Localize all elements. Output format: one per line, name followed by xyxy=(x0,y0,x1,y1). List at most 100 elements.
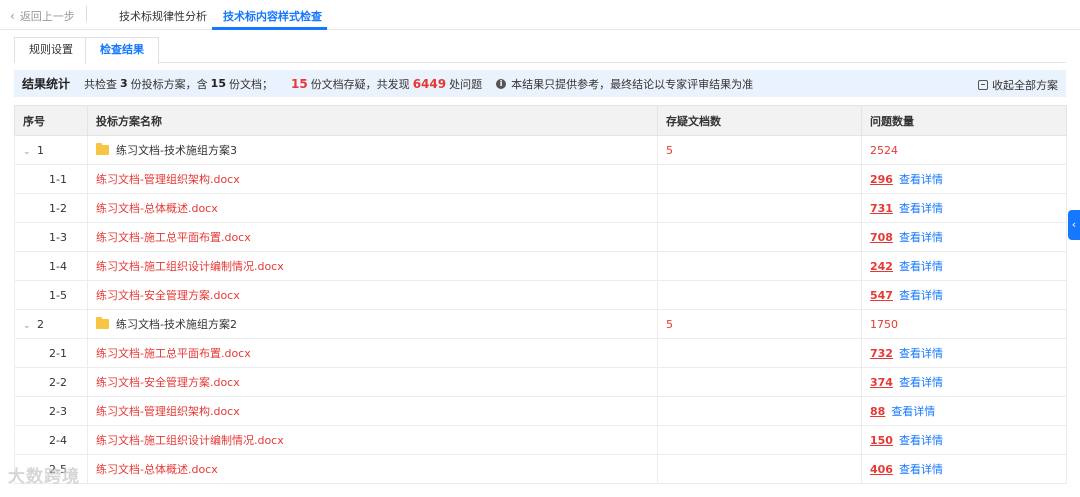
tab-rule-settings[interactable]: 规则设置 xyxy=(14,37,88,63)
view-details-link[interactable]: 查看详情 xyxy=(899,376,943,389)
header-index: 序号 xyxy=(14,105,88,136)
view-details-link[interactable]: 查看详情 xyxy=(899,202,943,215)
stats-text: 份文档； xyxy=(228,77,273,91)
issue-count-link[interactable]: 296 xyxy=(870,173,893,186)
view-details-link[interactable]: 查看详情 xyxy=(899,289,943,302)
sub-tabs: 规则设置 检查结果 xyxy=(14,37,1066,64)
doubt-cell xyxy=(657,280,862,310)
collapse-all-label: 收起全部方案 xyxy=(992,79,1058,92)
header-issue-count: 问题数量 xyxy=(861,105,1067,136)
table-header-row: 序号 投标方案名称 存疑文档数 问题数量 xyxy=(14,105,1067,136)
results-table: 序号 投标方案名称 存疑文档数 问题数量 ⌄ 1 练习文档-技术施组方案3 5 2524… xyxy=(14,105,1067,484)
tab-content-style-check[interactable]: 技术标内容样式检查 xyxy=(223,8,322,24)
document-name: 练习文档-安全管理方案.docx xyxy=(87,367,658,397)
table-row-document: 1-5 练习文档-安全管理方案.docx 547 查看详情 xyxy=(14,280,1067,310)
row-index: 2-4 xyxy=(14,425,88,455)
docs-count: 15 xyxy=(210,77,226,90)
table-row-document: 1-1 练习文档-管理组织架构.docx 296 查看详情 xyxy=(14,164,1067,194)
issue-count-link[interactable]: 732 xyxy=(870,347,893,360)
view-details-link[interactable]: 查看详情 xyxy=(899,260,943,273)
side-panel-toggle[interactable]: ‹ xyxy=(1068,210,1080,240)
view-details-link[interactable]: 查看详情 xyxy=(891,405,935,418)
table-body: ⌄ 1 练习文档-技术施组方案3 5 2524 1-1 练习文档-管理组织架构.docx 29… xyxy=(14,135,1067,484)
issue-count-link[interactable]: 406 xyxy=(870,463,893,476)
doubt-cell xyxy=(657,164,862,194)
doubt-cell xyxy=(657,222,862,252)
doubt-cell xyxy=(657,251,862,281)
chevron-down-icon[interactable]: ⌄ xyxy=(23,147,37,157)
document-name: 练习文档-管理组织架构.docx xyxy=(87,396,658,426)
table-row-plan[interactable]: ⌄ 2 练习文档-技术施组方案2 5 1750 xyxy=(14,309,1067,339)
document-name: 练习文档-施工组织设计编制情况.docx xyxy=(87,251,658,281)
row-index: 1 xyxy=(37,143,44,157)
table-row-document: 2-1 练习文档-施工总平面布置.docx 732 查看详情 xyxy=(14,338,1067,368)
doubt-cell xyxy=(657,454,862,484)
doubt-cell xyxy=(657,425,862,455)
tab-check-results[interactable]: 检查结果 xyxy=(85,37,159,64)
stats-label: 结果统计 xyxy=(22,77,71,91)
top-navigation: ‹ 返回上一步 技术标规律性分析 技术标内容样式检查 xyxy=(0,0,1080,30)
folder-icon xyxy=(96,317,109,329)
header-plan-name: 投标方案名称 xyxy=(87,105,658,136)
table-row-document: 1-4 练习文档-施工组织设计编制情况.docx 242 查看详情 xyxy=(14,251,1067,281)
document-name: 练习文档-施工总平面布置.docx xyxy=(87,222,658,252)
plans-count: 3 xyxy=(120,77,128,90)
stats-text: 共检查 xyxy=(84,77,118,91)
issue-count-link[interactable]: 88 xyxy=(870,405,885,418)
row-index: 2 xyxy=(37,317,44,331)
info-icon: i xyxy=(496,78,507,89)
document-name: 练习文档-管理组织架构.docx xyxy=(87,164,658,194)
back-button[interactable]: ‹ 返回上一步 xyxy=(10,8,75,24)
stats-text: 处问题 xyxy=(449,77,483,91)
view-details-link[interactable]: 查看详情 xyxy=(899,434,943,447)
table-row-document: 2-2 练习文档-安全管理方案.docx 374 查看详情 xyxy=(14,367,1067,397)
doubt-cell xyxy=(657,396,862,426)
document-name: 练习文档-施工总平面布置.docx xyxy=(87,338,658,368)
row-index: 2-1 xyxy=(14,338,88,368)
row-index: 2-2 xyxy=(14,367,88,397)
result-statistics-bar: 结果统计 共检查 3 份投标方案，含 15 份文档； 15 份文档存疑，共发现 … xyxy=(14,70,1066,97)
table-row-document: 2-3 练习文档-管理组织架构.docx 88 查看详情 xyxy=(14,396,1067,426)
row-index: 1-3 xyxy=(14,222,88,252)
issue-count-link[interactable]: 374 xyxy=(870,376,893,389)
issue-count-link[interactable]: 731 xyxy=(870,202,893,215)
issue-count-link[interactable]: 150 xyxy=(870,434,893,447)
issue-count-link[interactable]: 242 xyxy=(870,260,893,273)
active-tab-indicator xyxy=(212,27,327,30)
suspicious-count: 15 xyxy=(290,76,308,91)
plan-name: 练习文档-技术施组方案2 xyxy=(116,318,237,331)
view-details-link[interactable]: 查看详情 xyxy=(899,231,943,244)
watermark: 大数跨境 xyxy=(8,467,80,487)
table-row-plan[interactable]: ⌄ 1 练习文档-技术施组方案3 5 2524 xyxy=(14,135,1067,165)
document-name: 练习文档-总体概述.docx xyxy=(87,193,658,223)
plan-issue-count: 1750 xyxy=(861,309,1067,339)
plan-issue-count: 2524 xyxy=(861,135,1067,165)
chevron-left-icon: ‹ xyxy=(10,9,15,23)
row-index: 2-3 xyxy=(14,396,88,426)
doubt-docs-count: 5 xyxy=(657,135,862,165)
view-details-link[interactable]: 查看详情 xyxy=(899,173,943,186)
doubt-cell xyxy=(657,338,862,368)
table-row-document: 2-4 练习文档-施工组织设计编制情况.docx 150 查看详情 xyxy=(14,425,1067,455)
chevron-left-icon: ‹ xyxy=(1071,218,1077,231)
issue-count-link[interactable]: 708 xyxy=(870,231,893,244)
header-doubt-docs: 存疑文档数 xyxy=(657,105,862,136)
document-name: 练习文档-安全管理方案.docx xyxy=(87,280,658,310)
row-index: 1-5 xyxy=(14,280,88,310)
stats-text: 份投标方案，含 xyxy=(130,77,208,91)
tab-regularity-analysis[interactable]: 技术标规律性分析 xyxy=(119,8,207,24)
collapse-all-button[interactable]: 收起全部方案 xyxy=(978,77,1058,93)
issues-count: 6449 xyxy=(412,76,447,91)
view-details-link[interactable]: 查看详情 xyxy=(899,463,943,476)
chevron-down-icon[interactable]: ⌄ xyxy=(23,321,37,331)
row-index: 1-4 xyxy=(14,251,88,281)
row-index: 1-2 xyxy=(14,193,88,223)
table-row-document: 1-3 练习文档-施工总平面布置.docx 708 查看详情 xyxy=(14,222,1067,252)
table-row-document: 2-5 练习文档-总体概述.docx 406 查看详情 xyxy=(14,454,1067,484)
view-details-link[interactable]: 查看详情 xyxy=(899,347,943,360)
document-name: 练习文档-总体概述.docx xyxy=(87,454,658,484)
document-name: 练习文档-施工组织设计编制情况.docx xyxy=(87,425,658,455)
plan-name: 练习文档-技术施组方案3 xyxy=(116,144,237,157)
table-row-document: 1-2 练习文档-总体概述.docx 731 查看详情 xyxy=(14,193,1067,223)
issue-count-link[interactable]: 547 xyxy=(870,289,893,302)
